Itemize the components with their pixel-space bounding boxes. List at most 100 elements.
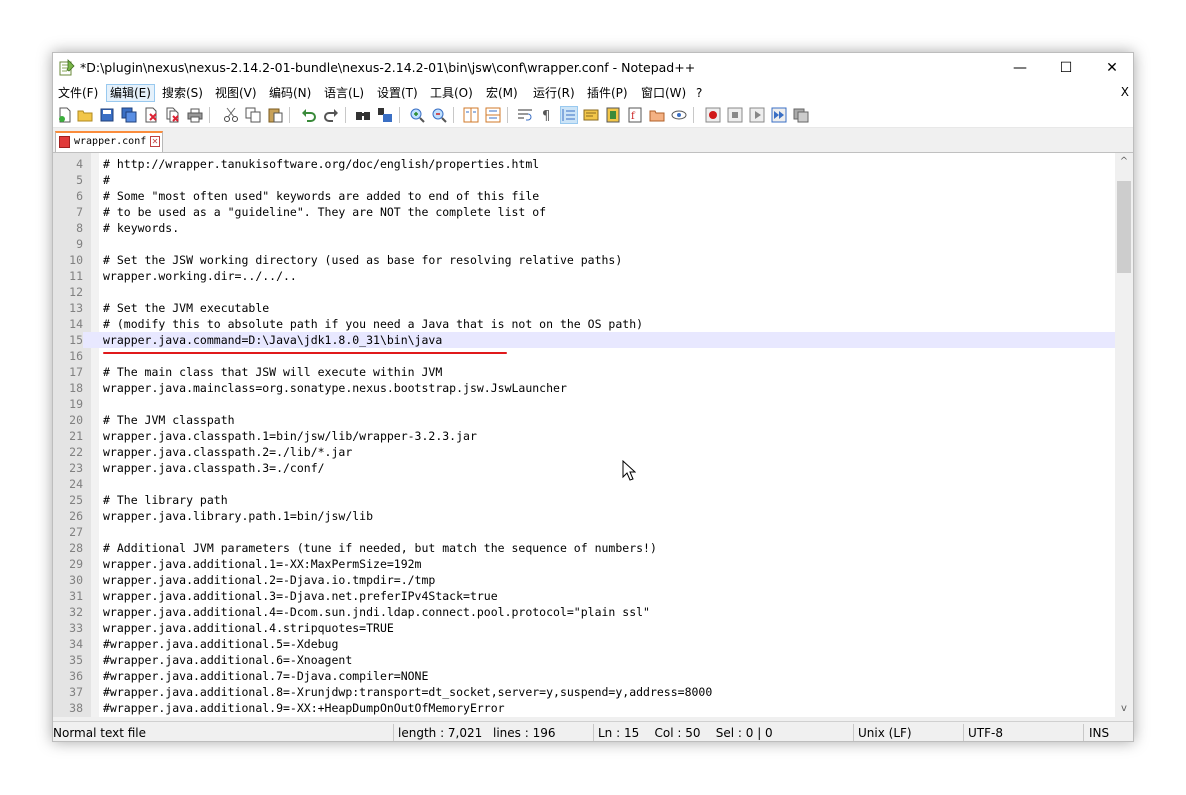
menu-view[interactable]: 视图(V): [212, 85, 260, 101]
title-bar[interactable]: *D:\plugin\nexus\nexus-2.14.2-01-bundle\…: [53, 53, 1133, 83]
editor-area[interactable]: 4 # http://wrapper.tanukisoftware.org/doc…: [53, 153, 1115, 717]
code-line[interactable]: 16: [53, 348, 1115, 364]
sync-vertical-icon[interactable]: [463, 107, 479, 123]
status-file-type: Normal text file: [53, 726, 147, 740]
scrollbar-thumb[interactable]: [1117, 181, 1131, 273]
close-all-icon[interactable]: [165, 107, 181, 123]
menu-tools[interactable]: 工具(O): [427, 85, 476, 101]
cut-icon[interactable]: [223, 107, 239, 123]
zoom-out-icon[interactable]: [431, 107, 447, 123]
code-line[interactable]: 20 # The JVM classpath: [53, 412, 1115, 428]
doc-map-icon[interactable]: [605, 107, 621, 123]
menu-macro[interactable]: 宏(M): [483, 85, 521, 101]
code-line[interactable]: 38 #wrapper.java.additional.9=-XX:+HeapDu…: [53, 700, 1115, 716]
menu-language[interactable]: 语言(L): [321, 85, 367, 101]
tab-close-icon[interactable]: ✕: [150, 136, 160, 147]
code-line[interactable]: 13 # Set the JVM executable: [53, 300, 1115, 316]
menu-encoding[interactable]: 编码(N): [266, 85, 314, 101]
scroll-down-icon[interactable]: v: [1115, 700, 1133, 717]
code-line[interactable]: 29 wrapper.java.additional.1=-XX:MaxPermS…: [53, 556, 1115, 572]
menu-run[interactable]: 运行(R): [530, 85, 578, 101]
indent-guide-icon[interactable]: [560, 106, 578, 124]
code-line[interactable]: 34 #wrapper.java.additional.5=-Xdebug: [53, 636, 1115, 652]
menu-edit[interactable]: 编辑(E): [106, 84, 155, 102]
code-line[interactable]: 14 # (modify this to absolute path if you…: [53, 316, 1115, 332]
new-file-icon[interactable]: [57, 107, 73, 123]
redo-icon[interactable]: [323, 107, 339, 123]
line-text: wrapper.java.additional.2=-Djava.io.tmpd…: [103, 573, 436, 587]
menu-search[interactable]: 搜索(S): [159, 85, 206, 101]
show-all-chars-icon[interactable]: ¶: [539, 107, 555, 123]
code-line[interactable]: 37 #wrapper.java.additional.8=-Xrunjdwp:t…: [53, 684, 1115, 700]
replace-icon[interactable]: [377, 107, 393, 123]
copy-icon[interactable]: [245, 107, 261, 123]
folder-workspace-icon[interactable]: [649, 107, 665, 123]
code-line[interactable]: 23 wrapper.java.classpath.3=./conf/: [53, 460, 1115, 476]
open-file-icon[interactable]: [77, 107, 93, 123]
code-line[interactable]: 33 wrapper.java.additional.4.stripquotes=…: [53, 620, 1115, 636]
code-line[interactable]: 32 wrapper.java.additional.4=-Dcom.sun.jn…: [53, 604, 1115, 620]
paste-icon[interactable]: [267, 107, 283, 123]
code-line[interactable]: 18 wrapper.java.mainclass=org.sonatype.ne…: [53, 380, 1115, 396]
code-line[interactable]: 7 # to be used as a "guideline". They are…: [53, 204, 1115, 220]
close-icon[interactable]: [143, 107, 159, 123]
code-line[interactable]: 30 wrapper.java.additional.2=-Djava.io.tm…: [53, 572, 1115, 588]
code-line[interactable]: 5 #: [53, 172, 1115, 188]
code-line[interactable]: 22 wrapper.java.classpath.2=./lib/*.jar: [53, 444, 1115, 460]
menu-file[interactable]: 文件(F): [55, 85, 101, 101]
scroll-up-icon[interactable]: ^: [1115, 153, 1133, 170]
line-number: 17: [69, 365, 83, 379]
undo-icon[interactable]: [301, 107, 317, 123]
line-text: wrapper.java.classpath.3=./conf/: [103, 461, 325, 475]
record-macro-icon[interactable]: [705, 107, 721, 123]
zoom-in-icon[interactable]: [409, 107, 425, 123]
code-line[interactable]: 4 # http://wrapper.tanukisoftware.org/doc…: [53, 156, 1115, 172]
stop-record-icon[interactable]: [727, 107, 743, 123]
code-line[interactable]: 26 wrapper.java.library.path.1=bin/jsw/li…: [53, 508, 1115, 524]
code-line[interactable]: 31 wrapper.java.additional.3=-Djava.net.p…: [53, 588, 1115, 604]
code-line[interactable]: 24: [53, 476, 1115, 492]
print-icon[interactable]: [187, 107, 203, 123]
menu-help[interactable]: ?: [693, 85, 705, 101]
code-line[interactable]: 9: [53, 236, 1115, 252]
code-line[interactable]: 10 # Set the JSW working directory (used …: [53, 252, 1115, 268]
line-text: # (modify this to absolute path if you n…: [103, 317, 644, 331]
status-length: length : 7,021: [398, 726, 483, 740]
menu-window[interactable]: 窗口(W): [638, 85, 689, 101]
code-line[interactable]: 35 #wrapper.java.additional.6=-Xnoagent: [53, 652, 1115, 668]
udl-icon[interactable]: [583, 107, 599, 123]
code-line[interactable]: 17 # The main class that JSW will execute…: [53, 364, 1115, 380]
run-macro-multiple-icon[interactable]: [771, 107, 787, 123]
code-line[interactable]: 8 # keywords.: [53, 220, 1115, 236]
code-line[interactable]: 25 # The library path: [53, 492, 1115, 508]
save-macro-icon[interactable]: [793, 107, 809, 123]
play-macro-icon[interactable]: [749, 107, 765, 123]
code-line[interactable]: 15 wrapper.java.command=D:\Java\jdk1.8.0_…: [53, 332, 1115, 348]
word-wrap-icon[interactable]: [517, 107, 533, 123]
code-line[interactable]: 21 wrapper.java.classpath.1=bin/jsw/lib/w…: [53, 428, 1115, 444]
minimize-button[interactable]: —: [997, 53, 1043, 83]
code-line[interactable]: 12: [53, 284, 1115, 300]
sync-horizontal-icon[interactable]: [485, 107, 501, 123]
vertical-scrollbar[interactable]: ^ v: [1115, 153, 1133, 717]
tab-wrapper-conf[interactable]: wrapper.conf ✕: [55, 131, 163, 152]
code-line[interactable]: 11 wrapper.working.dir=../../..: [53, 268, 1115, 284]
line-text: wrapper.java.additional.3=-Djava.net.pre…: [103, 589, 498, 603]
monitor-icon[interactable]: [671, 107, 687, 123]
find-icon[interactable]: [355, 107, 371, 123]
close-window-button[interactable]: ✕: [1089, 53, 1133, 83]
maximize-button[interactable]: ☐: [1043, 53, 1089, 83]
save-all-icon[interactable]: [121, 107, 137, 123]
code-line[interactable]: 28 # Additional JVM parameters (tune if n…: [53, 540, 1115, 556]
code-line[interactable]: 6 # Some "most often used" keywords are a…: [53, 188, 1115, 204]
code-line[interactable]: 36 #wrapper.java.additional.7=-Djava.comp…: [53, 668, 1115, 684]
function-list-icon[interactable]: f: [627, 107, 643, 123]
code-line[interactable]: 27: [53, 524, 1115, 540]
menu-plugins[interactable]: 插件(P): [584, 85, 631, 101]
code-line[interactable]: 19: [53, 396, 1115, 412]
close-document-button[interactable]: X: [1121, 85, 1129, 99]
line-number: 31: [69, 589, 83, 603]
line-number: 11: [69, 269, 83, 283]
menu-settings[interactable]: 设置(T): [374, 85, 421, 101]
save-icon[interactable]: [99, 107, 115, 123]
